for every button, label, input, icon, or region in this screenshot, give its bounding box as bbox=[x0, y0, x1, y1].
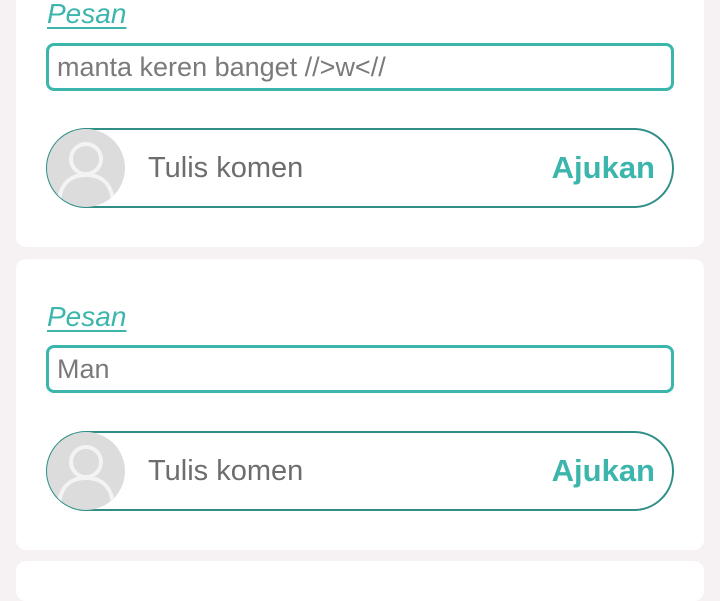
message-card bbox=[16, 561, 704, 601]
submit-button[interactable]: Ajukan bbox=[552, 453, 655, 489]
message-text: manta keren banget //>w<// bbox=[57, 51, 386, 82]
avatar bbox=[47, 432, 125, 510]
avatar bbox=[47, 129, 125, 207]
user-placeholder-icon bbox=[57, 445, 115, 505]
message-card: Pesan Man Ajukan bbox=[16, 259, 704, 550]
user-placeholder-icon bbox=[57, 142, 115, 202]
comment-bar: Ajukan bbox=[46, 431, 674, 511]
message-text: Man bbox=[57, 353, 110, 384]
pesan-link[interactable]: Pesan bbox=[47, 303, 126, 331]
comment-input[interactable] bbox=[125, 441, 552, 501]
message-text-box: Man bbox=[46, 345, 674, 393]
comment-input[interactable] bbox=[125, 138, 552, 198]
message-text-box: manta keren banget //>w<// bbox=[46, 43, 674, 91]
message-card: Pesan manta keren banget //>w<// Ajukan bbox=[16, 0, 704, 247]
submit-button[interactable]: Ajukan bbox=[552, 150, 655, 186]
comment-bar: Ajukan bbox=[46, 128, 674, 208]
pesan-link[interactable]: Pesan bbox=[47, 0, 126, 28]
